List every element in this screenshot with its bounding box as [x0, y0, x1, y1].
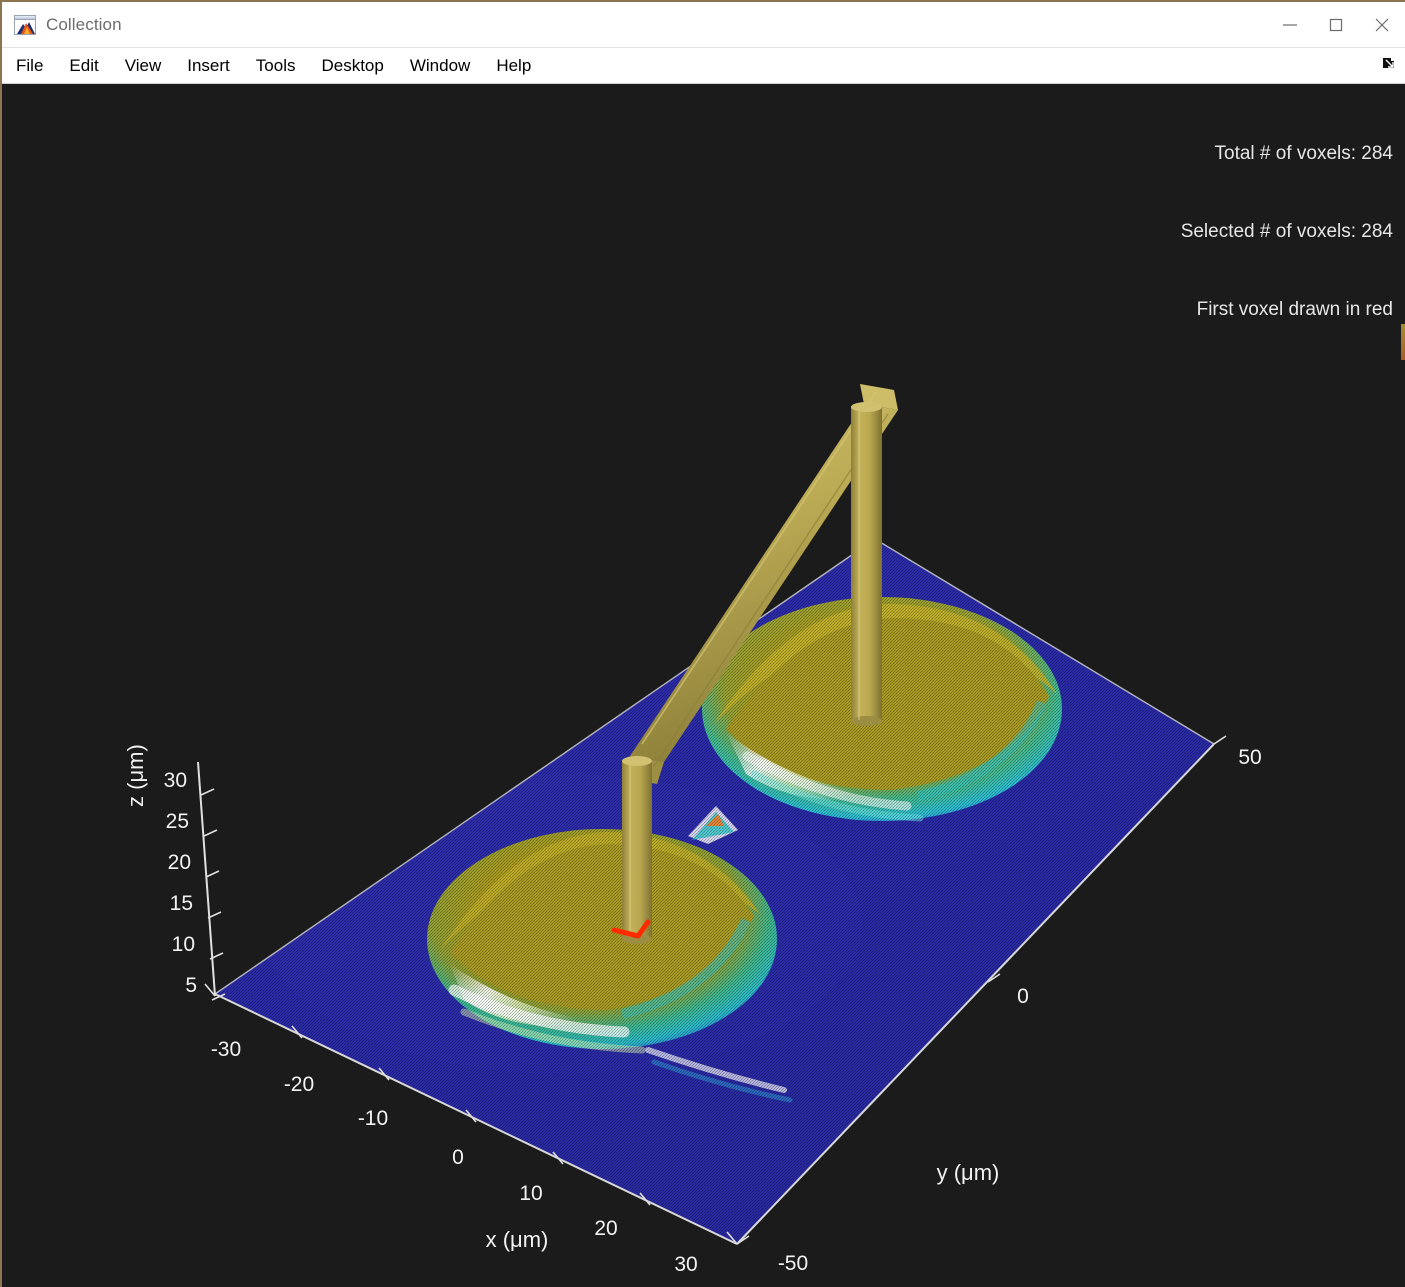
y-tick-label-0: 0 [1017, 985, 1029, 1008]
z-tick-label-15: 15 [170, 892, 193, 915]
figure-canvas[interactable]: 30 25 20 15 10 5 z (μm) -30 -20 -10 0 10… [2, 84, 1405, 1287]
matlab-membrane-icon [14, 14, 36, 35]
z-tick-label-5: 5 [185, 974, 197, 997]
x-tick-label--30: -30 [211, 1038, 241, 1061]
z-axis: 30 25 20 15 10 5 z (μm) [123, 744, 226, 1001]
menu-item-file[interactable]: File [4, 55, 55, 76]
minimize-button[interactable] [1267, 2, 1313, 47]
y-axis-title: y (μm) [937, 1160, 1000, 1185]
title-bar: Collection [2, 2, 1405, 47]
window-title: Collection [46, 14, 122, 34]
menu-item-insert[interactable]: Insert [175, 55, 242, 76]
probe-left [622, 756, 652, 944]
close-button[interactable] [1359, 2, 1405, 47]
y-tick-label-50: 50 [1238, 746, 1261, 769]
maximize-button[interactable] [1313, 2, 1359, 47]
x-tick-label-0: 0 [452, 1146, 464, 1169]
y-tick-label--50: -50 [778, 1252, 808, 1275]
probe-right [851, 402, 882, 726]
status-first-voxel: First voxel drawn in red [1196, 299, 1393, 320]
menu-item-window[interactable]: Window [398, 55, 482, 76]
voxel-status-overlay: Total # of voxels: 284 Selected # of vox… [1181, 89, 1393, 375]
menu-item-edit[interactable]: Edit [57, 55, 110, 76]
z-tick-label-25: 25 [166, 810, 189, 833]
show-plot-tools-arrow-icon[interactable] [1381, 55, 1397, 76]
x-tick-label-30: 30 [674, 1253, 697, 1276]
figure-window: Collection File Edit View Insert Tools D… [0, 0, 1405, 1287]
x-tick-label--20: -20 [284, 1073, 314, 1096]
status-total-voxels: Total # of voxels: 284 [1214, 143, 1394, 164]
clipped-colorbar-sliver [1401, 324, 1405, 360]
menu-item-view[interactable]: View [113, 55, 174, 76]
z-tick-label-10: 10 [172, 933, 195, 956]
menu-item-tools[interactable]: Tools [244, 55, 308, 76]
x-tick-label--10: -10 [358, 1107, 388, 1130]
menu-item-desktop[interactable]: Desktop [309, 55, 395, 76]
x-tick-label-20: 20 [594, 1217, 617, 1240]
menu-item-help[interactable]: Help [484, 55, 543, 76]
z-axis-title: z (μm) [123, 744, 148, 807]
z-tick-label-30: 30 [164, 769, 187, 792]
x-tick-label-10: 10 [519, 1182, 542, 1205]
z-tick-label-20: 20 [168, 851, 191, 874]
window-controls [1267, 2, 1405, 47]
x-axis-title: x (μm) [486, 1227, 549, 1252]
status-selected-voxels: Selected # of voxels: 284 [1180, 221, 1393, 242]
menu-bar: File Edit View Insert Tools Desktop Wind… [2, 47, 1405, 84]
